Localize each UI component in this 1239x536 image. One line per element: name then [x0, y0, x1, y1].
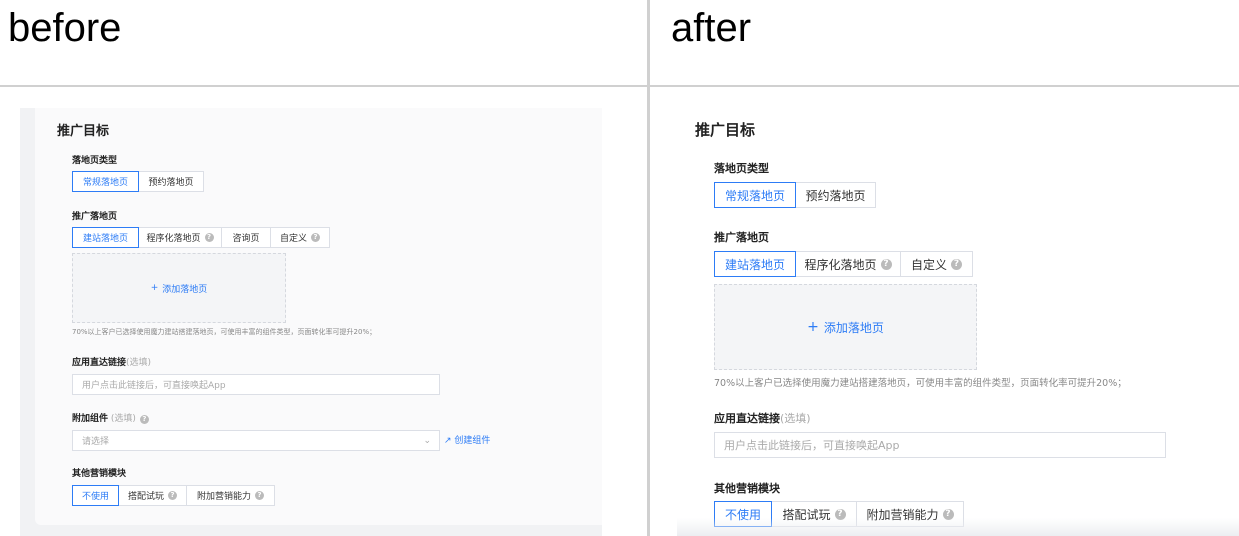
help-icon[interactable]: ?: [139, 415, 149, 424]
add-landing-page-button[interactable]: + 添加落地页: [714, 284, 977, 370]
component-select[interactable]: 请选择 ⌄: [72, 430, 440, 451]
help-icon[interactable]: ?: [880, 258, 892, 270]
help-icon[interactable]: ?: [255, 491, 264, 500]
option-custom[interactable]: 自定义?: [270, 227, 330, 248]
section-title: 推广目标: [57, 124, 110, 139]
plus-icon: +: [150, 283, 159, 293]
help-icon[interactable]: ?: [168, 491, 177, 500]
create-component-link[interactable]: ↗ 创建组件: [444, 433, 490, 446]
landing-type-label: 落地页类型: [72, 156, 118, 166]
deeplink-label: 应用直达链接(选填): [72, 355, 151, 368]
help-icon[interactable]: ?: [311, 233, 320, 242]
option-site-landing[interactable]: 建站落地页: [714, 251, 796, 277]
option-label: 程序化落地页: [804, 257, 877, 272]
option-marketing-ability[interactable]: 附加营销能力?: [186, 485, 275, 506]
promo-page-label: 推广落地页: [714, 231, 769, 244]
plus-icon: +: [807, 319, 819, 335]
option-label: 程序化落地页: [146, 234, 201, 244]
landing-type-label: 落地页类型: [714, 162, 769, 175]
before-label: before: [8, 6, 122, 50]
optional-tag: (选填): [126, 358, 152, 368]
help-icon[interactable]: ?: [951, 258, 962, 270]
chevron-down-icon: ⌄: [423, 435, 431, 446]
option-site-landing[interactable]: 建站落地页: [72, 227, 139, 248]
help-icon[interactable]: ?: [204, 233, 214, 242]
section-title: 推广目标: [695, 121, 756, 139]
create-component-label: 创建组件: [454, 436, 491, 446]
option-programmatic-landing[interactable]: 程序化落地页?: [138, 227, 222, 248]
bottom-fade: [677, 518, 1239, 536]
option-label: 搭配试玩: [127, 492, 164, 502]
option-trial[interactable]: 搭配试玩?: [118, 485, 187, 506]
add-landing-page-label: 添加落地页: [823, 320, 884, 335]
option-regular-landing[interactable]: 常规落地页: [714, 182, 796, 208]
select-placeholder: 请选择: [82, 437, 110, 447]
hint-text: 70%以上客户已选择使用魔力建站搭建落地页，可使用丰富的组件类型，页面转化率可提…: [714, 378, 1127, 389]
option-label: 自定义: [279, 234, 307, 244]
hint-text: 70%以上客户已选择使用魔力建站搭建落地页，可使用丰富的组件类型，页面转化率可提…: [72, 328, 377, 336]
optional-tag: (选填): [780, 412, 811, 425]
option-consult-page[interactable]: 咨询页: [221, 227, 271, 248]
divider-vertical: [647, 0, 650, 536]
deeplink-input[interactable]: 用户点击此链接后，可直接唤起App: [72, 374, 440, 395]
option-regular-landing[interactable]: 常规落地页: [72, 171, 139, 192]
marketing-label: 其他营销模块: [714, 482, 780, 495]
deeplink-label-text: 应用直达链接: [72, 358, 127, 368]
add-landing-page-button[interactable]: + 添加落地页: [72, 253, 286, 323]
add-landing-page-label: 添加落地页: [162, 284, 208, 295]
divider-horizontal: [0, 85, 1239, 87]
option-booking-landing[interactable]: 预约落地页: [138, 171, 204, 192]
promo-page-label: 推广落地页: [72, 212, 118, 222]
deeplink-label: 应用直达链接(选填): [714, 410, 811, 426]
option-label: 附加营销能力: [196, 492, 251, 502]
optional-tag: (选填): [108, 414, 136, 424]
after-label: after: [671, 6, 752, 50]
component-label: 附加组件 (选填)?: [72, 411, 149, 424]
option-label: 自定义: [910, 257, 947, 272]
option-booking-landing[interactable]: 预约落地页: [795, 182, 876, 208]
marketing-label: 其他营销模块: [72, 469, 127, 479]
deeplink-input[interactable]: 用户点击此链接后，可直接唤起App: [714, 432, 1166, 458]
component-label-text: 附加组件: [72, 414, 109, 424]
deeplink-label-text: 应用直达链接: [714, 412, 780, 425]
option-none[interactable]: 不使用: [72, 485, 119, 506]
external-link-icon: ↗: [444, 436, 452, 446]
option-programmatic-landing[interactable]: 程序化落地页?: [795, 251, 901, 277]
option-custom[interactable]: 自定义?: [900, 251, 973, 277]
